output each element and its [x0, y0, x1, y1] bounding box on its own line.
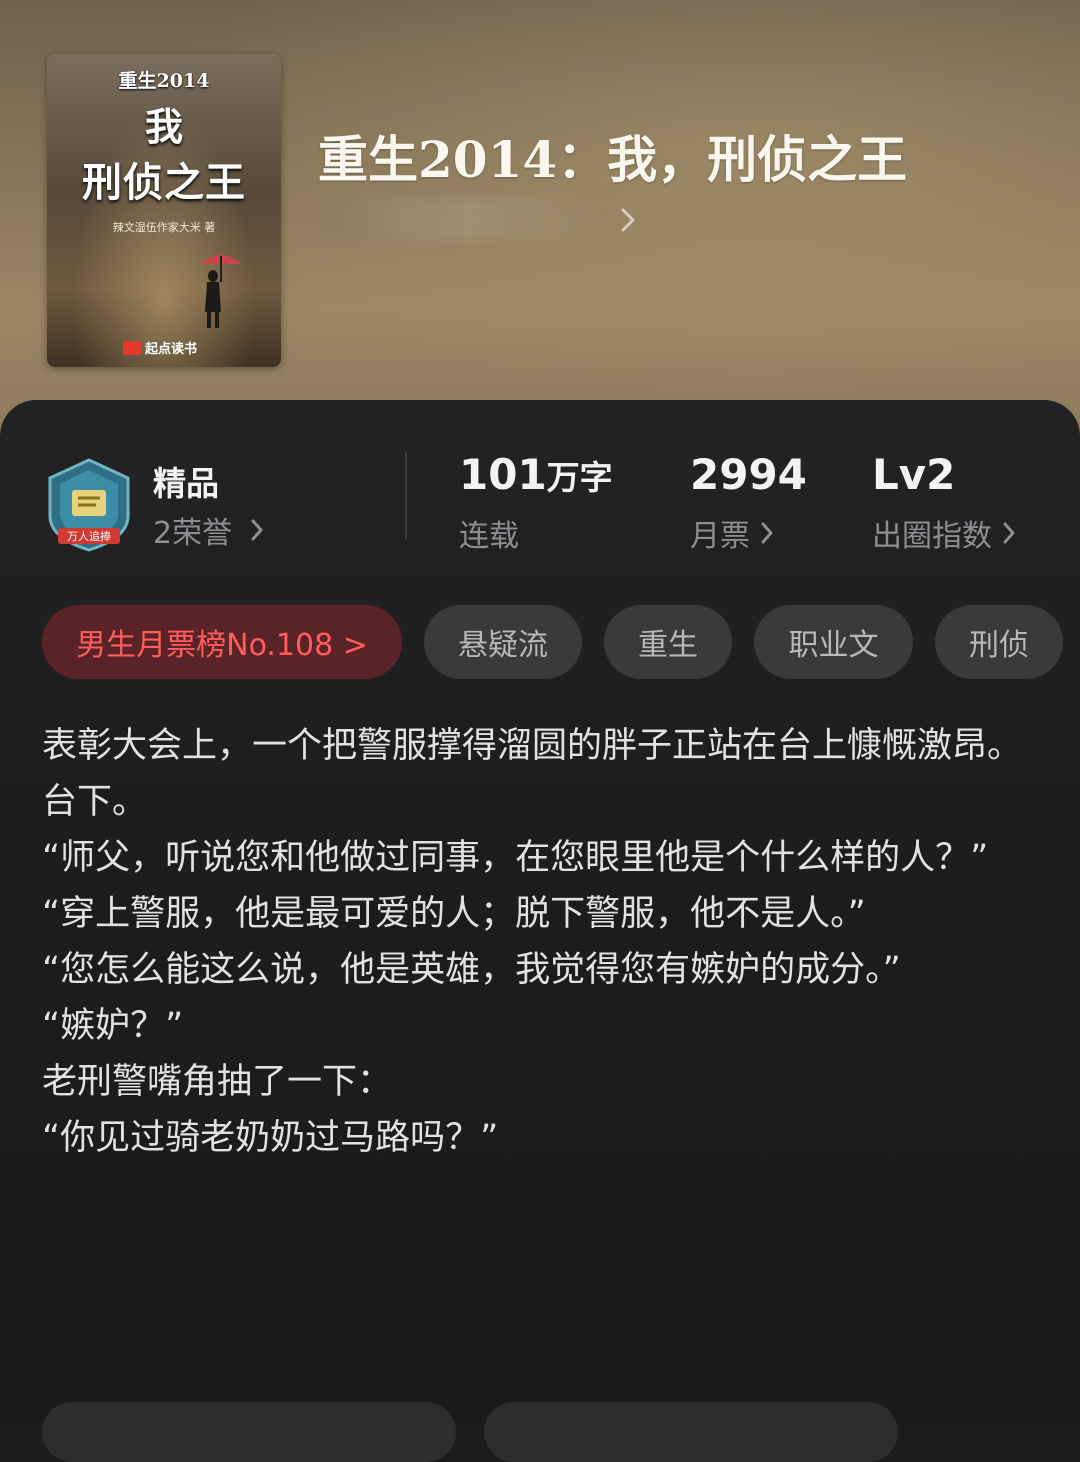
word-count-unit: 万字	[546, 458, 613, 497]
author-name-blurred[interactable]	[322, 198, 612, 240]
chevron-right-icon	[761, 522, 773, 544]
badge-label: 万人追捧	[67, 529, 111, 543]
status-label: 连载	[459, 511, 519, 555]
publisher-name: 起点读书	[145, 342, 198, 357]
status-text: 连载	[459, 519, 519, 554]
level-label: 出圈指数	[872, 519, 992, 554]
cover-mid-text: 我	[144, 104, 183, 149]
synopsis-line: “穿上警服，他是最可爱的人；脱下警服，他不是人。”	[42, 894, 866, 934]
chevron-right-icon[interactable]	[618, 206, 638, 234]
chevron-right-icon	[1003, 522, 1015, 544]
word-count: 101万字	[459, 450, 613, 499]
cover-main-text: 刑侦之王	[82, 159, 246, 206]
word-count-value: 101	[459, 450, 547, 499]
stats-divider	[405, 452, 407, 540]
honors-count: 2荣誉	[153, 516, 233, 551]
synopsis-line: 老刑警嘴角抽了一下：	[42, 1062, 393, 1102]
tag-row: 男生月票榜No.108 > 悬疑流 重生 职业文 刑侦	[42, 605, 1063, 679]
publisher-logo-icon	[123, 340, 141, 355]
tag-item[interactable]: 职业文	[754, 605, 913, 679]
synopsis-line: 台下。	[42, 782, 148, 822]
synopsis-line: “嫉妒？”	[42, 1006, 184, 1046]
level-value: Lv2	[872, 450, 956, 499]
book-synopsis[interactable]: 表彰大会上，一个把警服撑得溜圆的胖子正站在台上慷慨激昂。 台下。 “师父，听说您…	[42, 718, 1032, 1166]
tag-item[interactable]: 刑侦	[935, 605, 1063, 679]
synopsis-line: “您怎么能这么说，他是英雄，我觉得您有嫉妒的成分。”	[42, 950, 901, 990]
level-link[interactable]: 出圈指数	[872, 511, 1016, 555]
monthly-votes-link[interactable]: 月票	[690, 511, 774, 555]
honors-link[interactable]: 2荣誉	[153, 508, 264, 552]
umbrella-figure-icon	[201, 255, 241, 328]
chevron-right-icon	[251, 519, 263, 541]
bottom-card[interactable]	[484, 1402, 898, 1462]
rank-tag[interactable]: 男生月票榜No.108 >	[42, 605, 402, 679]
quality-badge-icon: 万人追捧	[48, 458, 130, 552]
tag-item[interactable]: 重生	[604, 605, 732, 679]
book-title: 重生2014：我，刑侦之王	[318, 130, 908, 189]
monthly-votes-label: 月票	[690, 519, 750, 554]
quality-title: 精品	[153, 464, 219, 503]
cover-author-text: 辣文湿伍作家大米 著	[112, 221, 216, 234]
book-cover[interactable]: 重生2014 我 刑侦之王 辣文湿伍作家大米 著 起点读书	[47, 54, 281, 367]
tag-item[interactable]: 悬疑流	[424, 605, 582, 679]
synopsis-line: “你见过骑老奶奶过马路吗？”	[42, 1118, 499, 1158]
monthly-votes-count: 2994	[690, 450, 807, 499]
cover-publisher: 起点读书	[123, 338, 197, 357]
synopsis-line: 表彰大会上，一个把警服撑得溜圆的胖子正站在台上慷慨激昂。	[42, 726, 1023, 766]
cover-top-text: 重生2014	[118, 70, 210, 92]
synopsis-line: “师父，听说您和他做过同事，在您眼里他是个什么样的人？”	[42, 838, 989, 878]
bottom-card[interactable]	[42, 1402, 456, 1462]
